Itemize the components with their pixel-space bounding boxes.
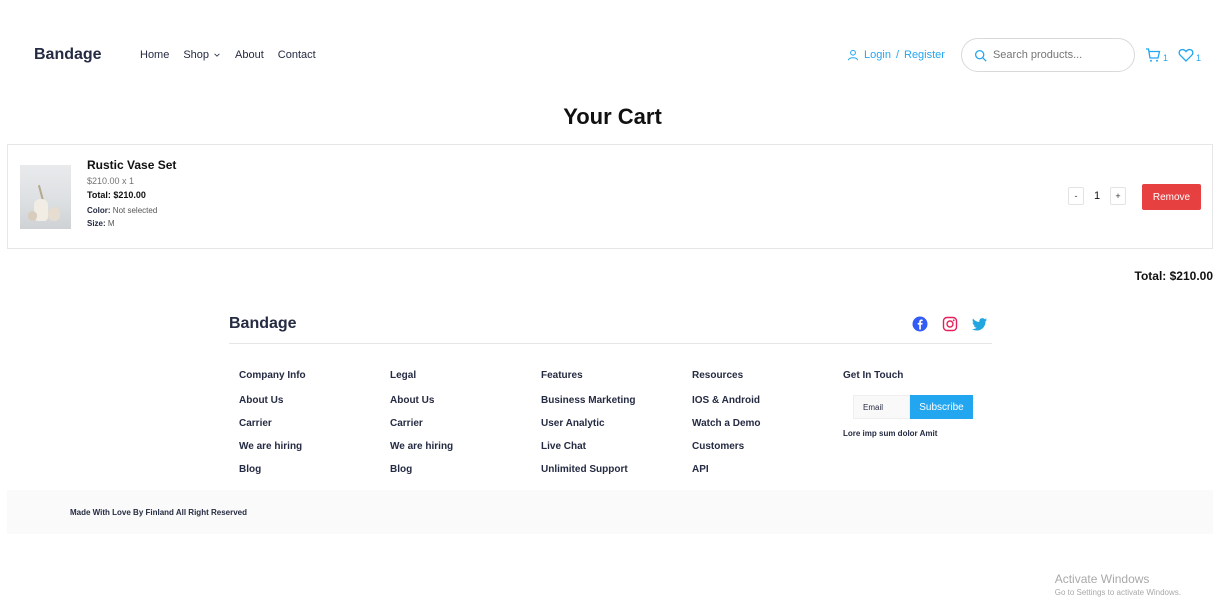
footer-link[interactable]: Watch a Demo	[692, 418, 843, 429]
footer-link[interactable]: User Analytic	[541, 418, 692, 429]
footer-link[interactable]: Carrier	[390, 418, 541, 429]
brand-logo[interactable]: Bandage	[34, 46, 140, 64]
footer-link[interactable]: API	[692, 464, 843, 475]
footer-link[interactable]: About Us	[390, 395, 541, 406]
wishlist-button[interactable]: 1	[1178, 47, 1201, 63]
activate-windows-watermark: Activate Windows Go to Settings to activ…	[1055, 572, 1181, 597]
nav-shop-label: Shop	[183, 49, 210, 61]
item-total-value: $210.00	[113, 190, 146, 200]
search-icon	[974, 49, 987, 62]
nav-contact[interactable]: Contact	[278, 49, 316, 61]
footer-link[interactable]: Blog	[239, 464, 390, 475]
instagram-icon[interactable]	[942, 316, 958, 332]
nav-shop[interactable]: Shop	[183, 49, 221, 61]
footer-col-title: Legal	[390, 370, 417, 381]
nav-home[interactable]: Home	[140, 49, 169, 61]
footer-link[interactable]: Customers	[692, 441, 843, 452]
footer-link[interactable]: We are hiring	[390, 441, 541, 452]
product-name: Rustic Vase Set	[87, 158, 177, 172]
item-details: Rustic Vase Set $210.00 x 1 Total: $210.…	[87, 158, 176, 232]
search-box[interactable]	[960, 38, 1135, 72]
footer-link[interactable]: Unlimited Support	[541, 464, 692, 475]
cart-button[interactable]: 1	[1145, 47, 1168, 63]
watermark-title: Activate Windows	[1054, 572, 1150, 586]
footer-bottom: Made With Love By Finland All Right Rese…	[7, 490, 1213, 534]
chevron-down-icon	[214, 53, 220, 57]
nav-about[interactable]: About	[235, 49, 264, 61]
auth-separator: /	[895, 49, 899, 61]
wishlist-count: 1	[1195, 53, 1201, 63]
item-size: Size: M	[87, 219, 176, 228]
size-value: M	[107, 219, 115, 228]
cart-count: 1	[1162, 53, 1168, 63]
footer-col-features: Features Business Marketing User Analyti…	[541, 370, 692, 487]
footer-col-title: Company Info	[239, 370, 306, 381]
increment-button[interactable]: +	[1110, 187, 1126, 205]
cart-icon	[1145, 48, 1161, 62]
size-label: Size:	[87, 219, 106, 228]
footer-col-resources: Resources IOS & Android Watch a Demo Cus…	[692, 370, 843, 487]
item-total: Total: $210.00	[87, 190, 176, 200]
footer-col-title: Resources	[692, 370, 744, 381]
twitter-icon[interactable]	[972, 316, 988, 332]
watermark-subtitle: Go to Settings to activate Windows.	[1054, 588, 1181, 597]
footer-col-title: Features	[541, 370, 583, 381]
quantity-value: 1	[1093, 190, 1101, 202]
subscribe-note: Lore imp sum dolor Amit	[843, 429, 938, 438]
cart-item: Rustic Vase Set $210.00 x 1 Total: $210.…	[7, 144, 1213, 249]
heart-icon	[1178, 48, 1194, 62]
copyright-text: Made With Love By Finland All Right Rese…	[70, 507, 247, 517]
item-color: Color: Not selected	[87, 206, 176, 215]
main-nav: Home Shop About Contact	[140, 49, 316, 61]
product-image	[20, 165, 71, 229]
footer-columns: Company Info About Us Carrier We are hir…	[239, 370, 1003, 487]
header-actions: Login / Register 1 1	[847, 38, 1201, 72]
register-link[interactable]: Register	[904, 49, 945, 61]
footer-col-legal: Legal About Us Carrier We are hiring Blo…	[390, 370, 541, 487]
color-label: Color:	[87, 206, 111, 215]
login-link[interactable]: Login	[864, 49, 891, 61]
color-value: Not selected	[112, 206, 158, 215]
footer-link[interactable]: About Us	[239, 395, 390, 406]
user-icon	[848, 49, 859, 61]
footer-link[interactable]: Blog	[390, 464, 541, 475]
remove-button[interactable]: Remove	[1142, 184, 1201, 210]
footer-col-company: Company Info About Us Carrier We are hir…	[239, 370, 390, 487]
page-title: Your Cart	[563, 104, 662, 129]
footer-link[interactable]: We are hiring	[239, 441, 390, 452]
footer-col-title: Get In Touch	[843, 370, 904, 381]
search-input[interactable]	[992, 49, 1113, 61]
footer-col-get-in-touch: Get In Touch Email Subscribe Lore imp su…	[843, 370, 1003, 487]
auth-links: Login / Register	[847, 49, 945, 61]
price-line: $210.00 x 1	[87, 176, 135, 186]
footer-link[interactable]: Business Marketing	[541, 395, 692, 406]
item-total-label: Total:	[87, 190, 111, 200]
quantity-stepper: - 1 +	[1068, 187, 1126, 205]
subscribe-button[interactable]: Subscribe	[910, 395, 973, 419]
email-field[interactable]: Email	[853, 395, 910, 419]
footer-link[interactable]: IOS & Android	[692, 395, 843, 406]
social-links	[912, 316, 988, 332]
footer-brand: Bandage	[229, 315, 297, 332]
facebook-icon[interactable]	[912, 316, 928, 332]
decrement-button[interactable]: -	[1068, 187, 1084, 205]
footer-link[interactable]: Live Chat	[541, 441, 692, 452]
cart-grand-total: Total: $210.00	[1134, 269, 1213, 283]
footer-top: Bandage	[229, 305, 992, 344]
header-icons: 1 1	[1145, 47, 1201, 63]
subscribe-form: Email Subscribe	[853, 395, 1003, 419]
site-header: Bandage Home Shop About Contact Login / …	[34, 38, 1201, 72]
footer-link[interactable]: Carrier	[239, 418, 390, 429]
